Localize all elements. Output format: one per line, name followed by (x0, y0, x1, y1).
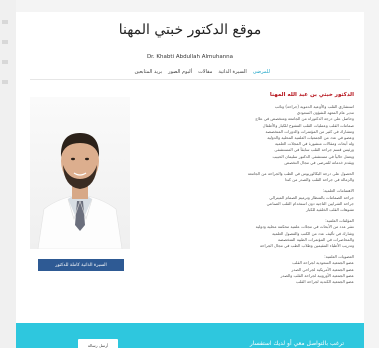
bio-line: تشوهات القلب الخلقية للكبار (306, 207, 354, 213)
nav-divider (30, 79, 350, 80)
bio-heading: الدكتور خبتي بن عبد الله المهنا (269, 92, 354, 98)
nav-item-articles[interactable]: مقالات (198, 69, 212, 75)
contact-footer: ترغب بالتواصل معي أو لديك استفسار أرسل ر… (16, 323, 364, 348)
strip-mark (2, 40, 8, 44)
bio-paragraph: الاهتمامات العلمية: جراحة الصمامات بالمن… (146, 188, 354, 213)
nav-item-followers-mail[interactable]: بريد المتابعين (134, 69, 162, 75)
page: موقع الدكتور خبتي المهنا Dr. Khabti Abdu… (16, 12, 364, 348)
nav-item-patients[interactable]: للمرضى (253, 69, 270, 75)
bio-paragraph: الحصول على درجة البكالوريوس في الطب والج… (146, 171, 354, 183)
bio-paragraph: استشاري القلب والأوعية الدموية (جراحة) و… (146, 104, 354, 166)
nav-item-cv[interactable]: السيرة الذاتية (218, 69, 246, 75)
doctor-latin-name: Dr. Khabti Abdullah Almuhanna (146, 54, 234, 60)
doctor-portrait-illustration (37, 133, 123, 249)
bio-paragraph: العضويات العلمية: عضو الجمعية السعودية ل… (146, 254, 354, 285)
bio-line: عضو الجمعية الكندية لجراحة القلب (296, 279, 354, 285)
send-message-button[interactable]: أرسل رسالة (78, 339, 118, 348)
site-logo[interactable]: موقع الدكتور خبتي المهنا (16, 22, 364, 38)
strip-mark (2, 20, 8, 24)
bio-line: وتدريب الأطباء المقيمين وطلاب الطب في مج… (259, 243, 354, 249)
contact-prompt: ترغب بالتواصل معي أو لديك استفسار (249, 340, 344, 347)
bio-line: ويقدم خدماته للمرضى في مجال التخصص (284, 159, 354, 165)
nav-item-photos[interactable]: ألبوم الصور (168, 69, 192, 75)
bio-content: الدكتور خبتي بن عبد الله المهنا استشاري … (146, 92, 354, 290)
strip-mark (2, 60, 8, 64)
strip-mark (2, 80, 8, 84)
full-cv-button[interactable]: السيرة الذاتية كاملة للدكتور (38, 259, 124, 271)
doctor-photo (30, 97, 130, 249)
main-nav: للمرضى السيرة الذاتية مقالات ألبوم الصور… (134, 67, 270, 77)
bio-line: والزمالة في جراحة القلب والصدر من كندا (284, 177, 354, 183)
bio-paragraph: المؤلفات العلمية: نشر عدد من الأبحاث في … (146, 218, 354, 249)
left-margin-strip (0, 0, 16, 348)
